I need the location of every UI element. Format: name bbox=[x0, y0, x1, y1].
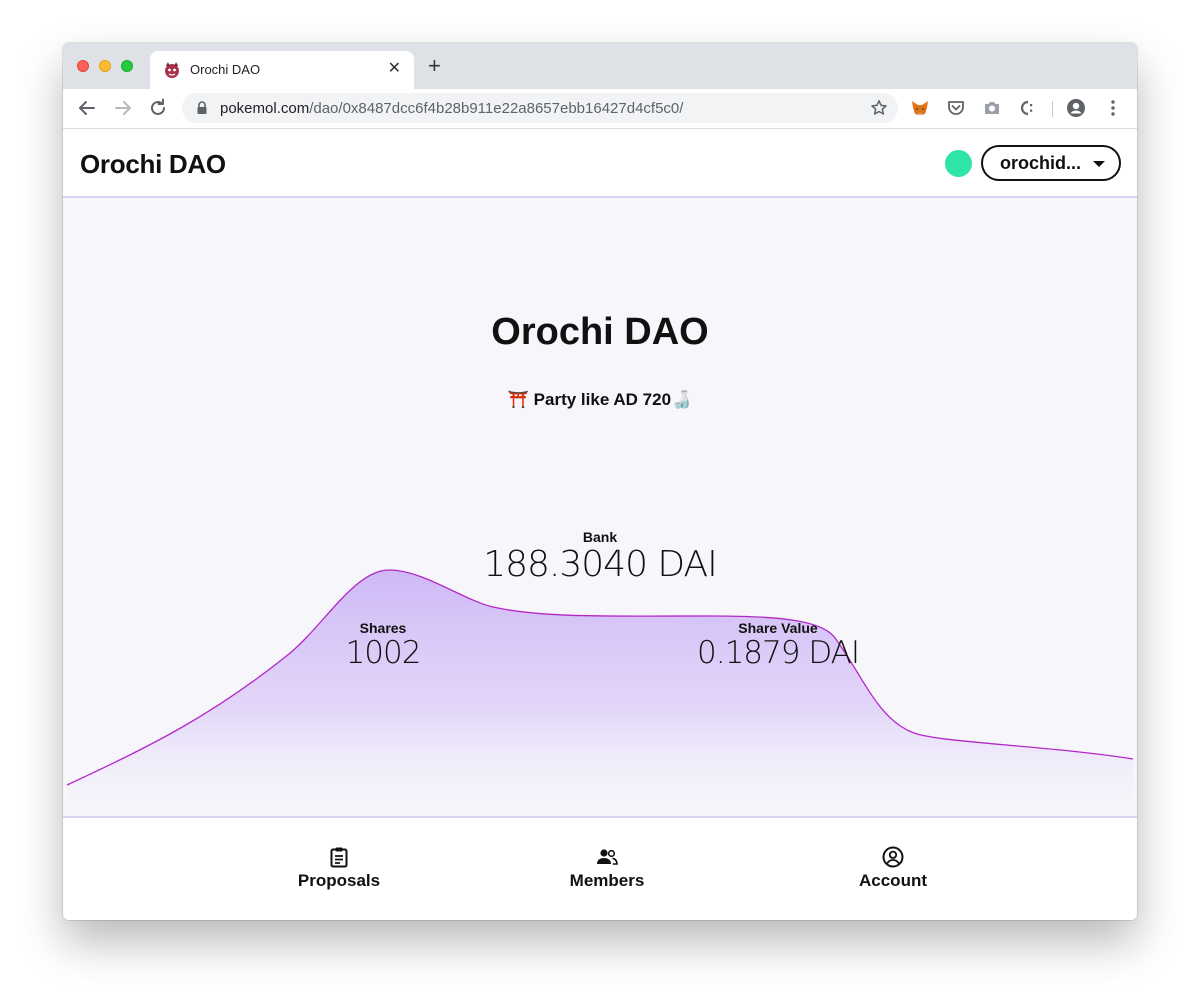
pocket-icon[interactable] bbox=[946, 98, 966, 118]
graph-area bbox=[67, 570, 1133, 816]
tab-title: Orochi DAO bbox=[190, 62, 261, 77]
shares-value: 1002 bbox=[345, 635, 422, 671]
camera-icon[interactable] bbox=[982, 98, 1002, 118]
app-header: Orochi DAO orochid... bbox=[63, 129, 1137, 198]
nav-proposals[interactable]: Proposals bbox=[269, 846, 409, 891]
address-bar[interactable]: pokemol.com/dao/0x8487dcc6f4b28b911e22a8… bbox=[182, 93, 898, 123]
brand-title[interactable]: Orochi DAO bbox=[80, 149, 226, 180]
url-text: pokemol.com/dao/0x8487dcc6f4b28b911e22a8… bbox=[220, 100, 683, 117]
browser-window: Orochi DAO ✕ + pokemol.com/dao/0x8487dcc… bbox=[63, 43, 1137, 920]
new-tab-icon[interactable]: + bbox=[428, 55, 441, 77]
dao-description: ⛩️ Party like AD 720🍶 bbox=[507, 390, 693, 409]
account-dropdown-button[interactable]: orochid... bbox=[981, 145, 1121, 181]
tab-strip: Orochi DAO ✕ + bbox=[63, 43, 1137, 89]
lock-icon bbox=[197, 101, 207, 114]
clipboard-icon bbox=[330, 847, 348, 868]
dao-title: Orochi DAO bbox=[491, 311, 709, 353]
share-value-label: Share Value bbox=[738, 620, 818, 636]
dao-overview: Orochi DAO ⛩️ Party like AD 720🍶 Bank 18… bbox=[63, 198, 1137, 818]
bottom-navigation: Proposals Members Account bbox=[63, 820, 1137, 920]
more-vert-icon[interactable] bbox=[1103, 98, 1123, 118]
nav-label-members: Members bbox=[569, 871, 645, 890]
url-path: /dao/0x8487dcc6f4b28b911e22a8657ebb16427… bbox=[309, 100, 684, 117]
close-window-button[interactable] bbox=[77, 60, 89, 72]
metamask-fox-icon[interactable] bbox=[910, 98, 930, 118]
shares-label: Shares bbox=[359, 620, 407, 636]
toolbar-divider bbox=[1052, 101, 1053, 117]
bank-history-graph bbox=[66, 569, 1134, 816]
back-arrow-icon[interactable] bbox=[76, 97, 98, 119]
network-status-dot bbox=[945, 150, 972, 177]
bank-label: Bank bbox=[582, 529, 618, 545]
share-value-value: 0.1879 DAI bbox=[697, 635, 860, 671]
reload-icon[interactable] bbox=[147, 97, 169, 119]
account-label: orochid... bbox=[1000, 153, 1081, 173]
browser-toolbar: pokemol.com/dao/0x8487dcc6f4b28b911e22a8… bbox=[63, 89, 1137, 129]
oni-mask-icon bbox=[165, 62, 179, 78]
people-icon bbox=[597, 849, 618, 865]
extension-c-icon[interactable] bbox=[1018, 98, 1038, 118]
url-host: pokemol.com bbox=[220, 100, 310, 117]
forward-arrow-icon[interactable] bbox=[112, 97, 134, 119]
user-circle-icon bbox=[882, 846, 904, 868]
minimize-window-button[interactable] bbox=[99, 60, 111, 72]
browser-tab[interactable]: Orochi DAO ✕ bbox=[150, 51, 414, 89]
nav-members[interactable]: Members bbox=[547, 846, 667, 891]
nav-account[interactable]: Account bbox=[833, 846, 953, 891]
bank-value: 188.3040 DAI bbox=[483, 544, 718, 585]
caret-down-icon bbox=[1093, 161, 1105, 167]
bookmark-star-icon[interactable] bbox=[870, 99, 888, 117]
profile-avatar-icon[interactable] bbox=[1066, 98, 1086, 118]
close-tab-icon[interactable]: ✕ bbox=[388, 59, 401, 79]
nav-label-proposals: Proposals bbox=[297, 871, 381, 890]
zoom-window-button[interactable] bbox=[121, 60, 133, 72]
nav-label-account: Account bbox=[859, 871, 927, 890]
